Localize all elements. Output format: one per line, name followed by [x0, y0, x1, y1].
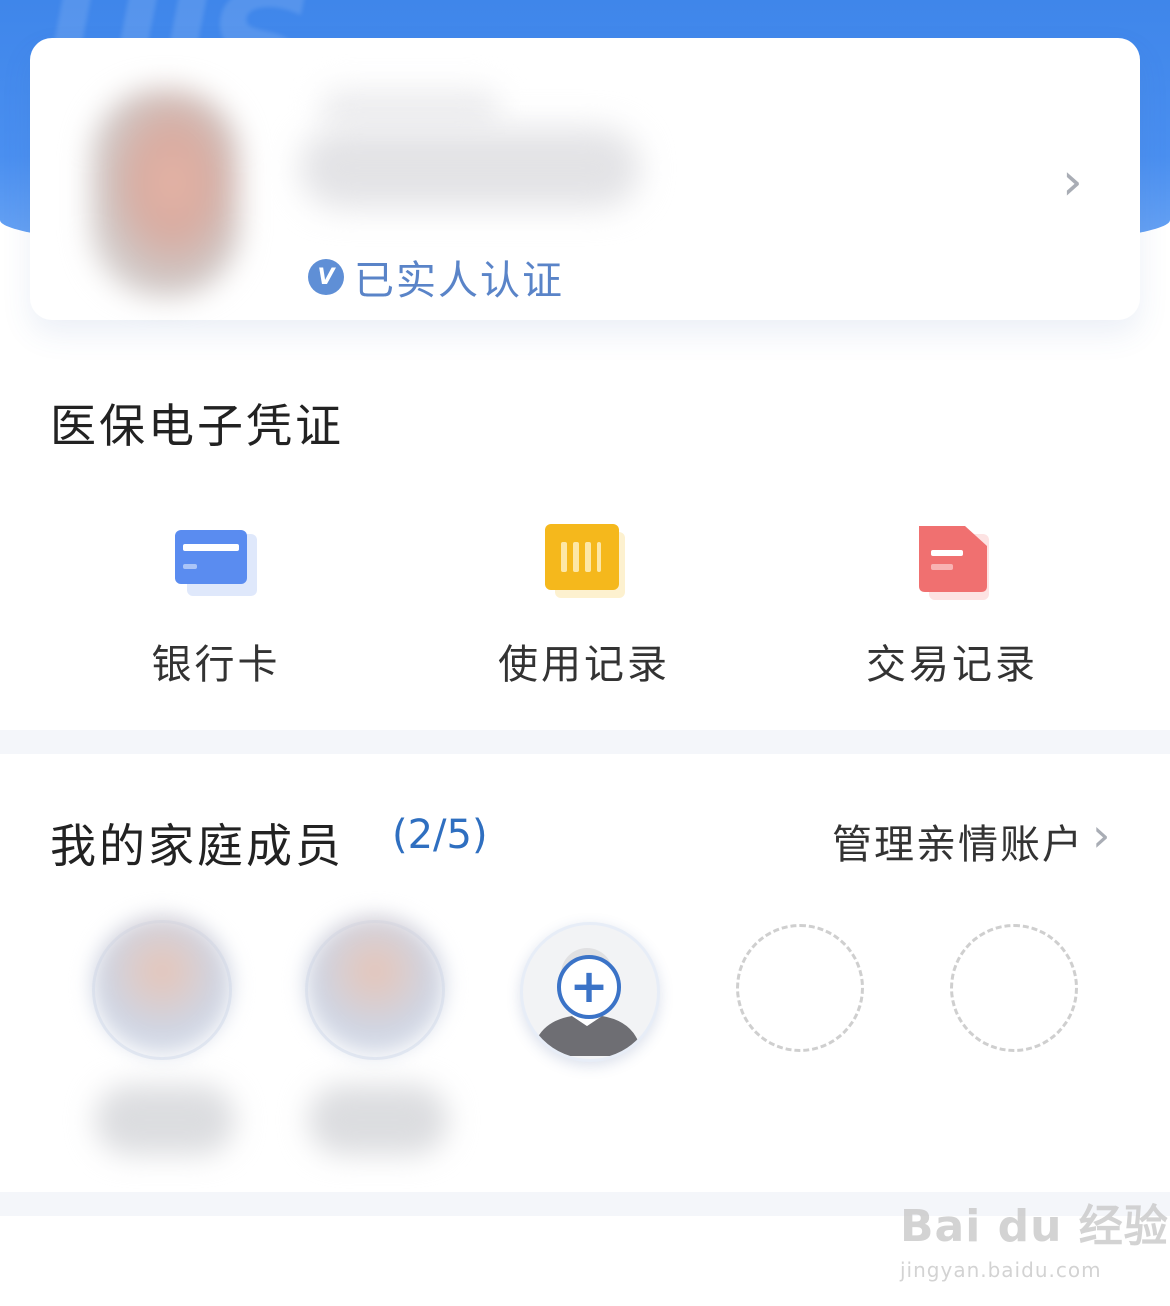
family-member-photo-blurred [305, 915, 445, 1055]
family-member-name-blurred [95, 1085, 235, 1155]
add-family-member-button[interactable]: + [520, 922, 660, 1062]
user-avatar [90, 88, 240, 298]
section-divider [0, 730, 1170, 754]
usage-record-label: 使用记录 [498, 642, 670, 688]
transaction-record-icon [907, 522, 997, 602]
family-member-photo-blurred [92, 915, 232, 1055]
empty-member-slot [736, 924, 864, 1052]
section-title-voucher: 医保电子凭证 [50, 399, 344, 453]
watermark-url: jingyan.baidu.com [900, 1258, 1102, 1282]
chevron-right-icon[interactable]: › [1062, 156, 1083, 208]
verified-check-icon: V [308, 259, 344, 295]
family-member-count: (2/5) [392, 812, 488, 858]
section-title-family: 我的家庭成员 [50, 819, 344, 873]
family-member-name-blurred [308, 1085, 448, 1155]
verified-label: 已实人认证 [354, 258, 564, 304]
baidu-watermark: Bai du 经验 jingyan.baidu.com [900, 1190, 1169, 1282]
manage-family-accounts-link[interactable]: 管理亲情账户 [832, 812, 1084, 870]
bank-card-button[interactable]: 银行卡 [56, 522, 376, 690]
profile-card[interactable]: V 已实人认证 › [30, 38, 1140, 320]
bank-card-icon [171, 522, 261, 602]
verified-status: V 已实人认证 [308, 248, 564, 306]
empty-member-slot [950, 924, 1078, 1052]
chevron-right-icon[interactable]: › [1092, 812, 1110, 858]
user-id-blurred [300, 128, 640, 208]
transaction-record-label: 交易记录 [866, 642, 1038, 688]
user-name-blurred [320, 88, 500, 128]
usage-record-icon [539, 522, 629, 602]
plus-icon: + [557, 955, 621, 1019]
transaction-record-button[interactable]: 交易记录 [792, 522, 1112, 690]
bank-card-label: 银行卡 [151, 642, 281, 688]
watermark-main: Bai du 经验 [900, 1201, 1169, 1252]
usage-record-button[interactable]: 使用记录 [424, 522, 744, 690]
